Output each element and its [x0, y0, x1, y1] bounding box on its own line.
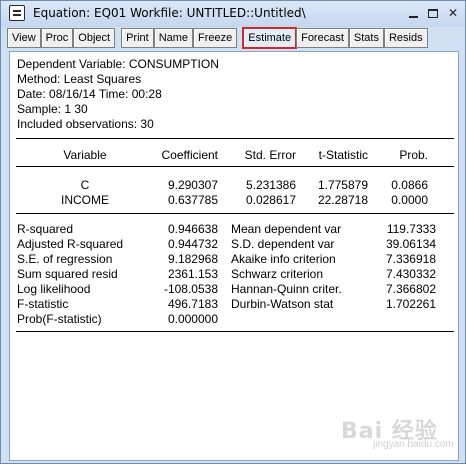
print-button[interactable]: Print: [121, 28, 154, 48]
stat-label: Adjusted R-squared: [17, 237, 124, 251]
stat-value: 496.7183: [167, 297, 218, 311]
stat-label: S.E. of regression: [17, 252, 113, 266]
stat-label: F-statistic: [17, 297, 69, 311]
stat-value: 2361.153: [167, 267, 218, 281]
stat-value: -108.0538: [163, 282, 218, 296]
dependent-variable: Dependent Variable: CONSUMPTION: [17, 57, 219, 71]
maximize-icon[interactable]: [425, 5, 441, 21]
std-error-value: 5.231386: [245, 178, 296, 192]
output-pane[interactable]: Dependent Variable: CONSUMPTION Method: …: [9, 51, 459, 461]
equation-window: Equation: EQ01 Workfile: UNTITLED::Untit…: [0, 0, 466, 464]
table-rule: [16, 213, 454, 214]
coef-variable: INCOME: [61, 193, 109, 207]
title-bar[interactable]: Equation: EQ01 Workfile: UNTITLED::Untit…: [1, 1, 465, 27]
stat-value: 39.06134: [385, 237, 436, 251]
stat-label: Sum squared resid: [17, 267, 118, 281]
coef-value: 0.637785: [167, 193, 218, 207]
col-header-variable: Variable: [63, 148, 107, 162]
toolbar: View Proc Object Print Name Freeze Estim…: [7, 27, 461, 49]
sample: Sample: 1 30: [17, 102, 88, 116]
col-header-std-error: Std. Error: [244, 148, 296, 162]
stat-value: 0.000000: [167, 312, 218, 326]
stat-value: 7.336918: [385, 252, 436, 266]
stat-value: 119.7333: [386, 222, 436, 236]
object-button[interactable]: Object: [73, 28, 116, 48]
table-rule: [16, 138, 454, 139]
stat-value: 1.702261: [385, 297, 436, 311]
observations: Included observations: 30: [17, 117, 154, 131]
forecast-button[interactable]: Forecast: [296, 28, 349, 48]
stat-value: 7.366802: [385, 282, 436, 296]
method: Method: Least Squares: [17, 72, 142, 86]
stat-value: 0.944732: [167, 237, 218, 251]
stat-value: 0.946638: [167, 222, 218, 236]
stat-label: Hannan-Quinn criter.: [231, 282, 342, 296]
minimize-icon[interactable]: [405, 5, 421, 21]
resids-button[interactable]: Resids: [383, 28, 428, 48]
stat-value: 9.182968: [167, 252, 218, 266]
estimate-button[interactable]: Estimate: [242, 27, 298, 49]
name-button[interactable]: Name: [153, 28, 194, 48]
col-header-prob: Prob.: [399, 148, 428, 162]
view-button[interactable]: View: [7, 28, 41, 48]
freeze-button[interactable]: Freeze: [193, 28, 238, 48]
table-rule: [16, 166, 454, 167]
table-rule: [16, 331, 454, 332]
window-title: Equation: EQ01 Workfile: UNTITLED::Untit…: [33, 6, 306, 20]
stats-button[interactable]: Stats: [348, 28, 384, 48]
stat-label: R-squared: [17, 222, 74, 236]
coef-variable: C: [80, 178, 90, 192]
stat-label: Prob(F-statistic): [17, 312, 102, 326]
prob-value: 0.0866: [391, 178, 428, 192]
watermark-url: jingyan.baidu.com: [373, 439, 454, 450]
stat-label: Log likelihood: [17, 282, 91, 296]
stat-label: Akaike info criterion: [231, 252, 336, 266]
coef-value: 9.290307: [167, 178, 218, 192]
prob-value: 0.0000: [391, 193, 428, 207]
stat-value: 7.430332: [385, 267, 436, 281]
stat-label: Durbin-Watson stat: [231, 297, 334, 311]
window-menu-icon[interactable]: [9, 5, 25, 21]
stat-label: Mean dependent var: [231, 222, 342, 236]
close-icon[interactable]: ✕: [445, 5, 461, 21]
stat-label: S.D. dependent var: [231, 237, 335, 251]
stat-label: Schwarz criterion: [231, 267, 324, 281]
date-time: Date: 08/16/14 Time: 00:28: [17, 87, 162, 101]
proc-button[interactable]: Proc: [40, 28, 74, 48]
col-header-coefficient: Coefficient: [161, 148, 218, 162]
std-error-value: 0.028617: [245, 193, 296, 207]
